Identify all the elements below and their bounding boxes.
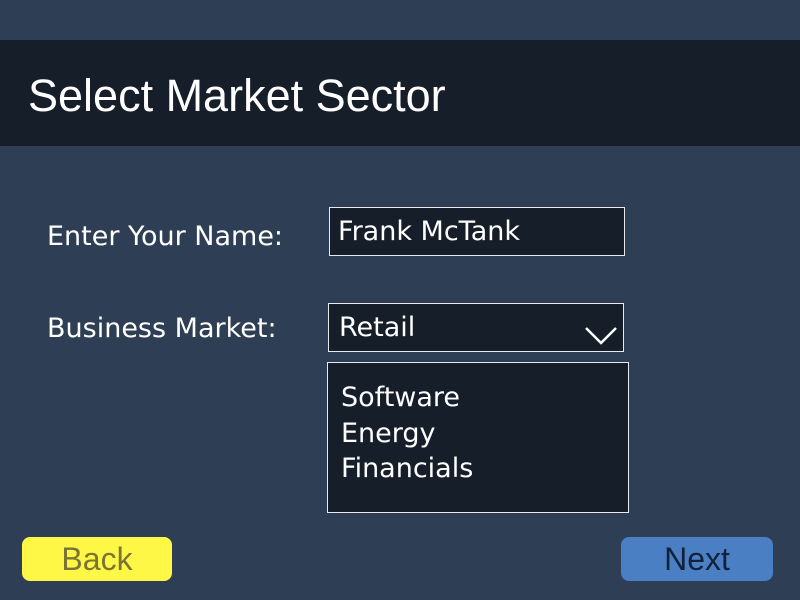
market-label: Business Market: [47,313,277,344]
market-dropdown[interactable]: Retail [328,303,624,352]
market-option-financials[interactable]: Financials [341,453,473,485]
chevron-down-icon[interactable] [584,324,618,346]
market-option-software[interactable]: Software [341,382,460,414]
page-title: Select Market Sector [28,70,446,121]
next-button[interactable]: Next [621,537,773,581]
name-input[interactable] [329,207,625,256]
market-option-energy[interactable]: Energy [341,418,436,450]
market-options-list: Software Energy Financials [327,362,629,513]
name-label: Enter Your Name: [47,221,284,252]
market-selected-value: Retail [339,312,416,343]
back-button[interactable]: Back [22,537,172,581]
